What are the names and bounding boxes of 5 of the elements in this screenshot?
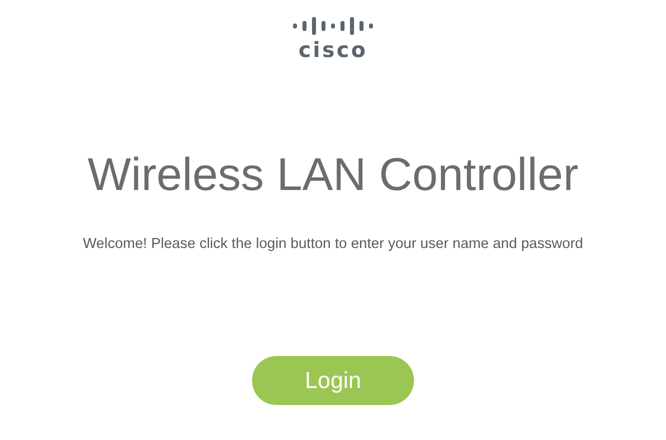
logo-wordmark: cisco [298, 38, 368, 62]
login-button[interactable]: Login [252, 356, 414, 405]
welcome-message: Welcome! Please click the login button to enter your user name and password [82, 235, 584, 253]
logo-bars-icon [292, 16, 374, 36]
page-title: Wireless LAN Controller [88, 148, 578, 200]
